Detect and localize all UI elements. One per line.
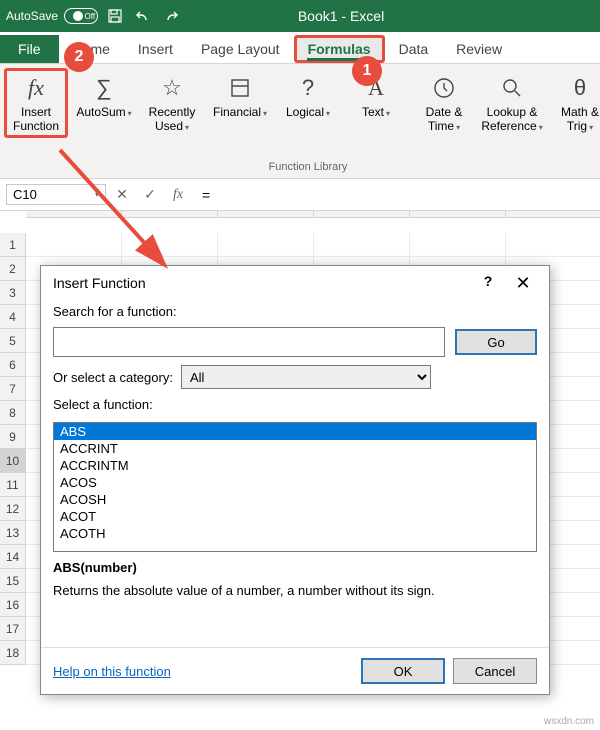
autosave-label: AutoSave [6, 9, 58, 23]
chevron-down-icon: ▾ [128, 109, 132, 118]
select-function-label: Select a function: [53, 397, 537, 412]
column-headers [26, 211, 600, 218]
function-description: Returns the absolute value of a number, … [53, 583, 537, 598]
list-item[interactable]: ABS [54, 423, 536, 440]
title-bar: AutoSave Off Book1 - Excel [0, 0, 600, 32]
chevron-down-icon: ▾ [539, 123, 543, 132]
go-button[interactable]: Go [455, 329, 537, 355]
help-link[interactable]: Help on this function [53, 664, 171, 679]
chevron-down-icon: ▾ [95, 190, 99, 199]
category-select[interactable]: All [181, 365, 431, 389]
autosave-toggle[interactable]: AutoSave Off [6, 8, 98, 24]
row-headers: 123456789101112131415161718 [0, 233, 26, 665]
search-input[interactable] [53, 327, 445, 357]
cancel-formula-icon[interactable]: ✕ [110, 183, 134, 207]
list-item[interactable]: ACCRINTM [54, 457, 536, 474]
annotation-badge-2: 2 [64, 42, 94, 72]
toggle-switch[interactable]: Off [64, 8, 98, 24]
financial-icon [224, 72, 256, 104]
cancel-button[interactable]: Cancel [453, 658, 537, 684]
tab-data[interactable]: Data [385, 35, 443, 63]
function-signature: ABS(number) [53, 560, 537, 575]
save-icon[interactable] [106, 7, 124, 25]
list-item[interactable]: ACOTH [54, 525, 536, 542]
fx-icon: fx [20, 72, 52, 104]
redo-icon[interactable] [162, 7, 180, 25]
window-title: Book1 - Excel [188, 8, 594, 24]
recently-used-button[interactable]: ☆ Recently Used▾ [140, 68, 204, 138]
chevron-down-icon: ▾ [263, 109, 267, 118]
chevron-down-icon: ▾ [185, 123, 189, 132]
chevron-down-icon: ▾ [326, 109, 330, 118]
quick-access-toolbar [106, 7, 180, 25]
list-item[interactable]: ACCRINT [54, 440, 536, 457]
autosum-button[interactable]: ∑ AutoSum▾ [72, 68, 136, 124]
list-item[interactable]: ACOSH [54, 491, 536, 508]
dialog-title-bar: Insert Function ? ✕ [41, 266, 549, 300]
tab-page-layout[interactable]: Page Layout [187, 35, 294, 63]
ok-button[interactable]: OK [361, 658, 445, 684]
close-icon[interactable]: ✕ [503, 273, 543, 294]
tab-insert[interactable]: Insert [124, 35, 187, 63]
math-trig-button[interactable]: θ Math & Trig▾ [548, 68, 600, 138]
ribbon: fx Insert Function ∑ AutoSum▾ ☆ Recently… [0, 64, 600, 179]
date-time-button[interactable]: Date & Time▾ [412, 68, 476, 138]
annotation-badge-1: 1 [352, 56, 382, 86]
sigma-icon: ∑ [88, 72, 120, 104]
formula-bar: C10▾ ✕ ✓ fx = [0, 179, 600, 211]
logical-button[interactable]: ? Logical▾ [276, 68, 340, 124]
clock-icon [428, 72, 460, 104]
financial-button[interactable]: Financial▾ [208, 68, 272, 124]
formula-input[interactable]: = [194, 187, 600, 203]
lookup-icon [496, 72, 528, 104]
dialog-title: Insert Function [53, 275, 146, 291]
fx-icon[interactable]: fx [166, 183, 190, 207]
theta-icon: θ [564, 72, 596, 104]
chevron-down-icon: ▾ [386, 109, 390, 118]
star-icon: ☆ [156, 72, 188, 104]
undo-icon[interactable] [134, 7, 152, 25]
lookup-reference-button[interactable]: Lookup & Reference▾ [480, 68, 544, 138]
list-item[interactable]: ACOS [54, 474, 536, 491]
help-icon[interactable]: ? [473, 273, 503, 294]
insert-function-dialog: Insert Function ? ✕ Search for a functio… [40, 265, 550, 695]
watermark: wsxdn.com [544, 716, 594, 727]
search-label: Search for a function: [53, 304, 537, 319]
logical-icon: ? [292, 72, 324, 104]
group-label-function-library: Function Library [0, 158, 600, 176]
tab-review[interactable]: Review [442, 35, 516, 63]
enter-formula-icon[interactable]: ✓ [138, 183, 162, 207]
chevron-down-icon: ▾ [589, 123, 593, 132]
list-item[interactable]: ACOT [54, 508, 536, 525]
tab-file[interactable]: File [0, 35, 59, 63]
function-list[interactable]: ABS ACCRINT ACCRINTM ACOS ACOSH ACOT ACO… [53, 422, 537, 552]
name-box[interactable]: C10▾ [6, 184, 106, 205]
insert-function-button[interactable]: fx Insert Function [4, 68, 68, 138]
chevron-down-icon: ▾ [456, 123, 460, 132]
category-label: Or select a category: [53, 370, 173, 385]
